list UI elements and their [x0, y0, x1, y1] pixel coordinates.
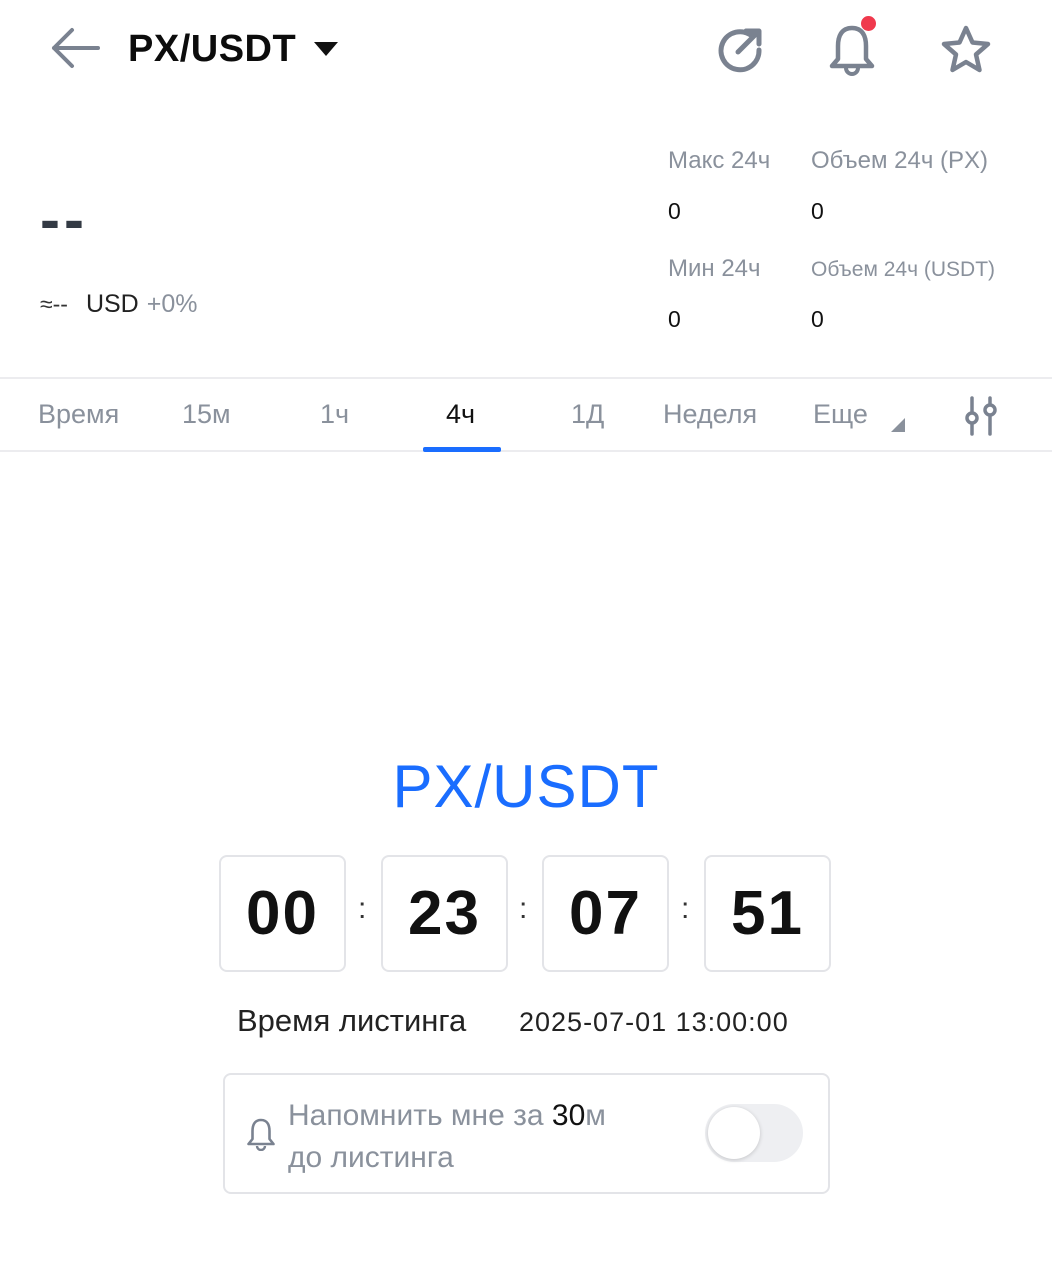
fiat-currency: USD: [85, 290, 139, 318]
back-button[interactable]: [44, 22, 104, 74]
high-24h-value: 0: [668, 198, 681, 224]
listing-pair-title: PX/USDT: [392, 753, 660, 820]
countdown-separator: :: [681, 892, 690, 925]
countdown-separator: :: [358, 892, 367, 925]
price-change: +0%: [146, 290, 198, 318]
more-caret-icon: [891, 418, 905, 432]
toggle-knob: [708, 1107, 760, 1159]
top-bar: PX/USDT: [0, 0, 1052, 100]
notification-dot: [861, 16, 876, 31]
countdown-separator: :: [519, 892, 528, 925]
reminder-text-line2: до листинга: [288, 1141, 454, 1174]
countdown-minutes: 07: [542, 855, 669, 972]
arrow-left-icon: [52, 28, 100, 68]
volume-quote-value: 0: [811, 306, 824, 332]
sliders-icon: [965, 396, 997, 436]
tab-more[interactable]: Еще: [813, 399, 868, 430]
share-button[interactable]: [712, 22, 768, 78]
tab-4h[interactable]: 4ч: [446, 399, 475, 430]
low-24h-label: Мин 24ч: [668, 255, 761, 282]
bell-icon: [829, 25, 875, 76]
refresh-share-icon: [718, 28, 762, 73]
reminder-text-before: Напомнить мне за: [288, 1099, 552, 1132]
chart-interval-tabs: Время 15м 1ч 4ч 1Д Неделя Еще: [0, 377, 1052, 452]
countdown-days: 00: [219, 855, 346, 972]
active-tab-indicator: [423, 447, 501, 452]
volume-base-value: 0: [811, 198, 824, 224]
listing-reminder-card: Напомнить мне за 30м до листинга: [223, 1073, 830, 1194]
listing-time-label: Время листинга: [237, 1003, 467, 1038]
chart-settings-button[interactable]: [958, 392, 1004, 440]
reminder-minutes: 30: [551, 1099, 586, 1132]
countdown-seconds: 51: [704, 855, 831, 972]
reminder-text-after: м: [585, 1099, 606, 1132]
high-24h-label: Макс 24ч: [668, 147, 771, 174]
favorite-button[interactable]: [938, 22, 994, 78]
bell-icon: [247, 1118, 275, 1151]
listing-time-value: 2025-07-01 13:00:00: [519, 1007, 789, 1037]
tab-week[interactable]: Неделя: [663, 399, 757, 430]
star-icon: [941, 25, 991, 73]
countdown-hours: 23: [381, 855, 508, 972]
price-fiat-row: ≈-- USD +0%: [40, 290, 197, 319]
tab-15m[interactable]: 15м: [182, 399, 231, 430]
volume-base-label: Объем 24ч (PX): [811, 147, 988, 174]
chevron-down-icon: [314, 42, 339, 56]
alerts-button[interactable]: [824, 16, 880, 78]
tab-1d[interactable]: 1Д: [571, 399, 604, 430]
pair-title-text: PX/USDT: [128, 27, 297, 70]
approx-fiat-value: ≈--: [40, 291, 68, 317]
reminder-toggle[interactable]: [705, 1104, 803, 1162]
low-24h-value: 0: [668, 306, 681, 332]
volume-quote-label: Объем 24ч (USDT): [811, 258, 996, 281]
tab-time[interactable]: Время: [38, 399, 119, 430]
tab-1h[interactable]: 1ч: [320, 399, 349, 430]
pair-selector[interactable]: PX/USDT: [128, 24, 339, 74]
reminder-text: Напомнить мне за 30м до листинга: [288, 1095, 668, 1179]
last-price: --: [40, 186, 88, 253]
